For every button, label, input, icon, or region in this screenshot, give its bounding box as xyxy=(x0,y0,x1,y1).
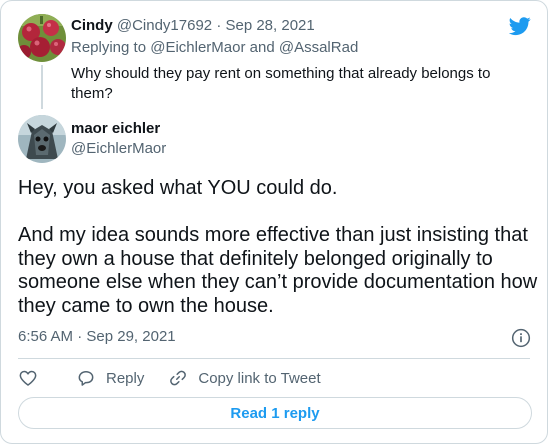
tweet-card: Cindy @Cindy17692 · Sep 28, 2021 Replyin… xyxy=(0,0,548,444)
copy-link-label: Copy link to Tweet xyxy=(198,369,321,387)
heart-icon xyxy=(19,370,37,386)
tweet-date[interactable]: Sep 29, 2021 xyxy=(86,328,175,345)
author-name[interactable]: maor eichler xyxy=(71,120,160,138)
link-icon xyxy=(170,370,187,386)
tweet-paragraph-1: Hey, you asked what YOU could do. xyxy=(18,177,338,199)
reply-mention-1[interactable]: @EichlerMaor xyxy=(150,39,245,56)
avatar-cindy[interactable] xyxy=(18,14,66,62)
tweet-actions-bar: Reply Copy link to Tweet xyxy=(18,367,321,389)
reply-mention-and: and xyxy=(249,39,275,56)
timestamp-separator: · xyxy=(77,328,83,345)
parent-author-handle[interactable]: @Cindy17692 xyxy=(117,17,212,34)
twitter-bird-icon[interactable] xyxy=(509,15,531,37)
parent-separator: · xyxy=(216,17,222,34)
reply-label: Reply xyxy=(106,369,145,387)
copy-link-button[interactable]: Copy link to Tweet xyxy=(168,368,321,388)
parent-tweet-text: Why should they pay rent on something th… xyxy=(71,65,491,102)
author-handle[interactable]: @EichlerMaor xyxy=(71,140,166,158)
parent-tweet-header: Cindy @Cindy17692 · Sep 28, 2021 xyxy=(71,17,315,35)
like-button[interactable] xyxy=(18,368,38,388)
reply-button[interactable]: Reply xyxy=(76,368,144,388)
tweet-timestamp[interactable]: 6:56 AM · Sep 29, 2021 xyxy=(18,328,176,346)
apples-avatar-image xyxy=(18,14,66,62)
replying-to-prefix: Replying to xyxy=(71,39,147,56)
tweet-time[interactable]: 6:56 AM xyxy=(18,328,73,345)
info-icon[interactable] xyxy=(511,328,531,348)
tweet-paragraph-2: And my idea sounds more effective than j… xyxy=(18,224,538,317)
tweet-body: Hey, you asked what YOU could do. And my… xyxy=(18,177,538,318)
thread-connector-line xyxy=(41,65,43,109)
avatar-maor-eichler[interactable] xyxy=(18,115,66,163)
reply-mention-2[interactable]: @AssalRad xyxy=(279,39,358,56)
parent-author-name[interactable]: Cindy xyxy=(71,17,113,34)
read-replies-button[interactable]: Read 1 reply xyxy=(18,397,532,429)
dog-avatar-image xyxy=(18,115,66,163)
action-divider xyxy=(18,358,530,359)
parent-tweet-date[interactable]: Sep 28, 2021 xyxy=(225,17,314,34)
speech-bubble-icon xyxy=(78,371,94,386)
replying-to-line: Replying to @EichlerMaor and @AssalRad xyxy=(71,39,358,57)
